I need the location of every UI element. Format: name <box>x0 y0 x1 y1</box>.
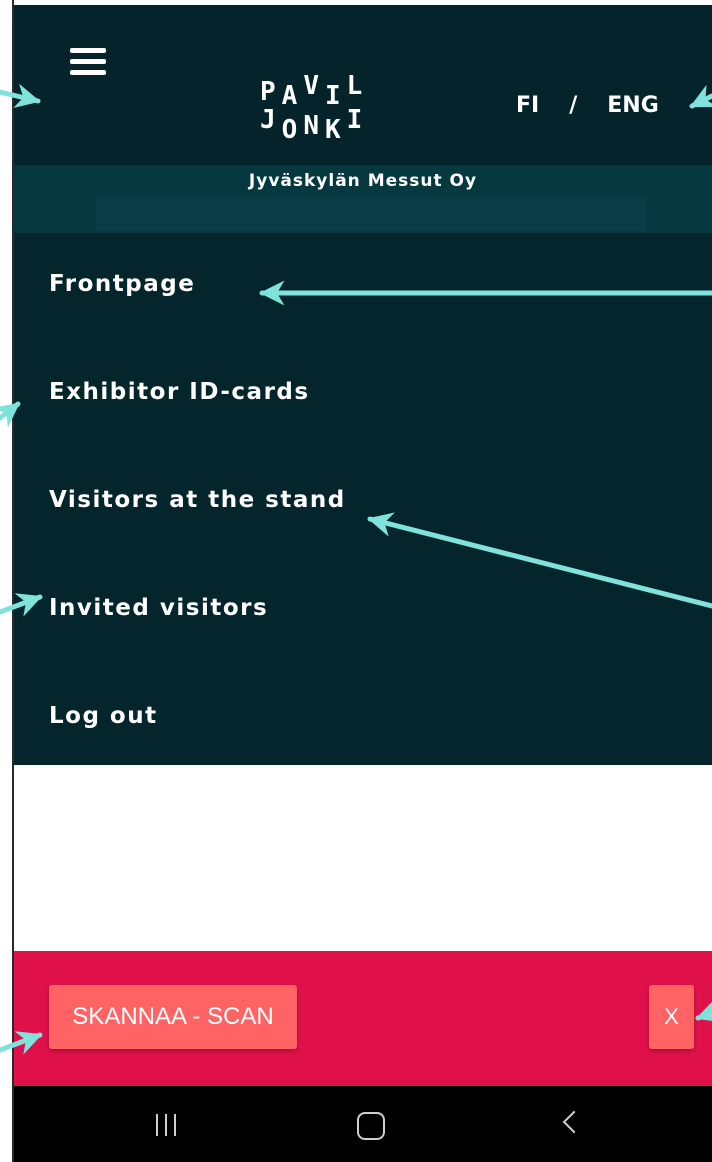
menu-item-invited-visitors[interactable]: Invited visitors <box>49 595 268 621</box>
app-header: P A V I L J O N K I FI / ENG <box>14 5 712 165</box>
home-icon[interactable] <box>357 1112 385 1140</box>
company-name: Jyväskylän Messut Oy <box>248 171 478 191</box>
nav-menu: Frontpage Exhibitor ID-cards Visitors at… <box>14 233 712 765</box>
logo-letter: N <box>303 111 319 141</box>
lang-separator: / <box>569 93 578 118</box>
logo-letter: J <box>260 105 276 135</box>
logo-letter: O <box>281 115 298 145</box>
logo-letter: I <box>346 105 363 135</box>
lang-fi-link[interactable]: FI <box>516 93 539 118</box>
close-button[interactable]: X <box>649 985 694 1049</box>
android-nav-bar <box>14 1086 712 1162</box>
bottom-action-bar: SKANNAA - SCAN X <box>14 951 712 1086</box>
back-icon[interactable] <box>562 1110 586 1134</box>
logo-letter: I <box>324 81 341 111</box>
recent-apps-icon[interactable] <box>156 1114 176 1136</box>
menu-item-exhibitor-id-cards[interactable]: Exhibitor ID-cards <box>49 379 310 405</box>
hamburger-icon[interactable] <box>70 39 114 83</box>
company-band: Jyväskylän Messut Oy <box>14 165 712 233</box>
menu-item-frontpage[interactable]: Frontpage <box>49 271 195 297</box>
logo-letter: V <box>303 71 319 101</box>
scan-button[interactable]: SKANNAA - SCAN <box>49 985 297 1049</box>
menu-item-visitors-at-stand[interactable]: Visitors at the stand <box>49 487 346 513</box>
menu-item-log-out[interactable]: Log out <box>49 703 158 729</box>
logo-letter: P <box>260 77 276 107</box>
content-area <box>14 765 712 951</box>
language-switcher: FI / ENG <box>516 93 659 118</box>
lang-eng-link[interactable]: ENG <box>607 93 659 118</box>
logo-letter: L <box>346 71 363 101</box>
company-bar <box>96 197 646 231</box>
logo-letter: K <box>324 115 341 145</box>
logo-letter: A <box>281 81 298 111</box>
logo: P A V I L J O N K I <box>260 71 400 145</box>
